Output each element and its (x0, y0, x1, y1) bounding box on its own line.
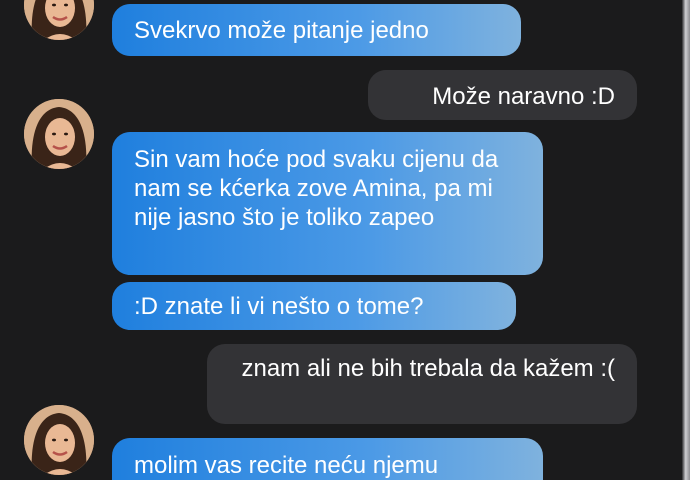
message-incoming: :D znate li vi nešto o tome? (112, 282, 516, 330)
avatar-photo-icon (24, 0, 94, 40)
message-incoming: Sin vam hoće pod svaku cijenu da nam se … (112, 132, 543, 275)
chat-screen: Svekrvo može pitanje jedno Može naravno … (0, 0, 690, 480)
device-frame-edge (682, 0, 690, 480)
contact-avatar (24, 0, 94, 40)
message-outgoing: Može naravno :D (368, 70, 637, 120)
message-incoming: molim vas recite neću njemu (112, 438, 543, 480)
contact-avatar (24, 99, 94, 169)
avatar-photo-icon (24, 405, 94, 475)
message-incoming: Svekrvo može pitanje jedno (112, 4, 521, 56)
message-outgoing: znam ali ne bih trebala da kažem :( (207, 344, 637, 424)
contact-avatar (24, 405, 94, 475)
avatar-photo-icon (24, 99, 94, 169)
